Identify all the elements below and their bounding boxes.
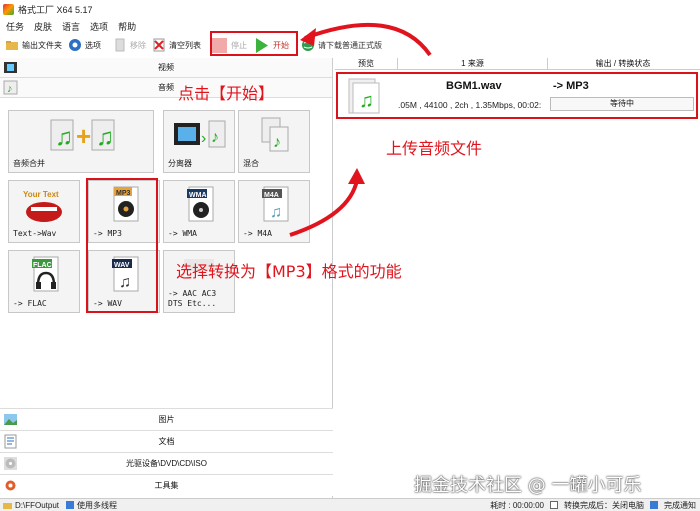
arrow-to-start xyxy=(304,22,432,57)
notify-label: 完成通知 xyxy=(664,500,696,510)
output-path[interactable]: D:\FFOutput xyxy=(15,501,59,510)
arrowhead-to-start xyxy=(300,28,316,46)
multithread-label: 使用多线程 xyxy=(77,500,118,510)
arrow-to-list xyxy=(289,179,359,237)
elapsed-time: 耗时 : 00:00:00 xyxy=(490,500,544,510)
multithread-checkbox[interactable] xyxy=(66,501,75,509)
annotation-arrows xyxy=(289,22,432,237)
output-folder-small-icon xyxy=(3,501,12,510)
annotation-click-start: 点击【开始】 xyxy=(178,84,275,103)
shutdown-label: 转换完成后：关闭电脑 xyxy=(564,500,644,510)
notify-checkbox[interactable] xyxy=(650,501,658,509)
watermark: 掘金技术社区 @ 一罐小可乐 xyxy=(414,475,642,496)
shutdown-checkbox[interactable] xyxy=(550,501,558,509)
status-bar: D:\FFOutput 使用多线程 耗时 : 00:00:00 转换完成后：关闭… xyxy=(0,498,700,511)
annotation-upload: 上传音频文件 xyxy=(386,139,483,158)
arrowhead-to-list xyxy=(348,168,365,184)
annotation-choose-mp3: 选择转换为【MP3】格式的功能 xyxy=(176,262,402,281)
